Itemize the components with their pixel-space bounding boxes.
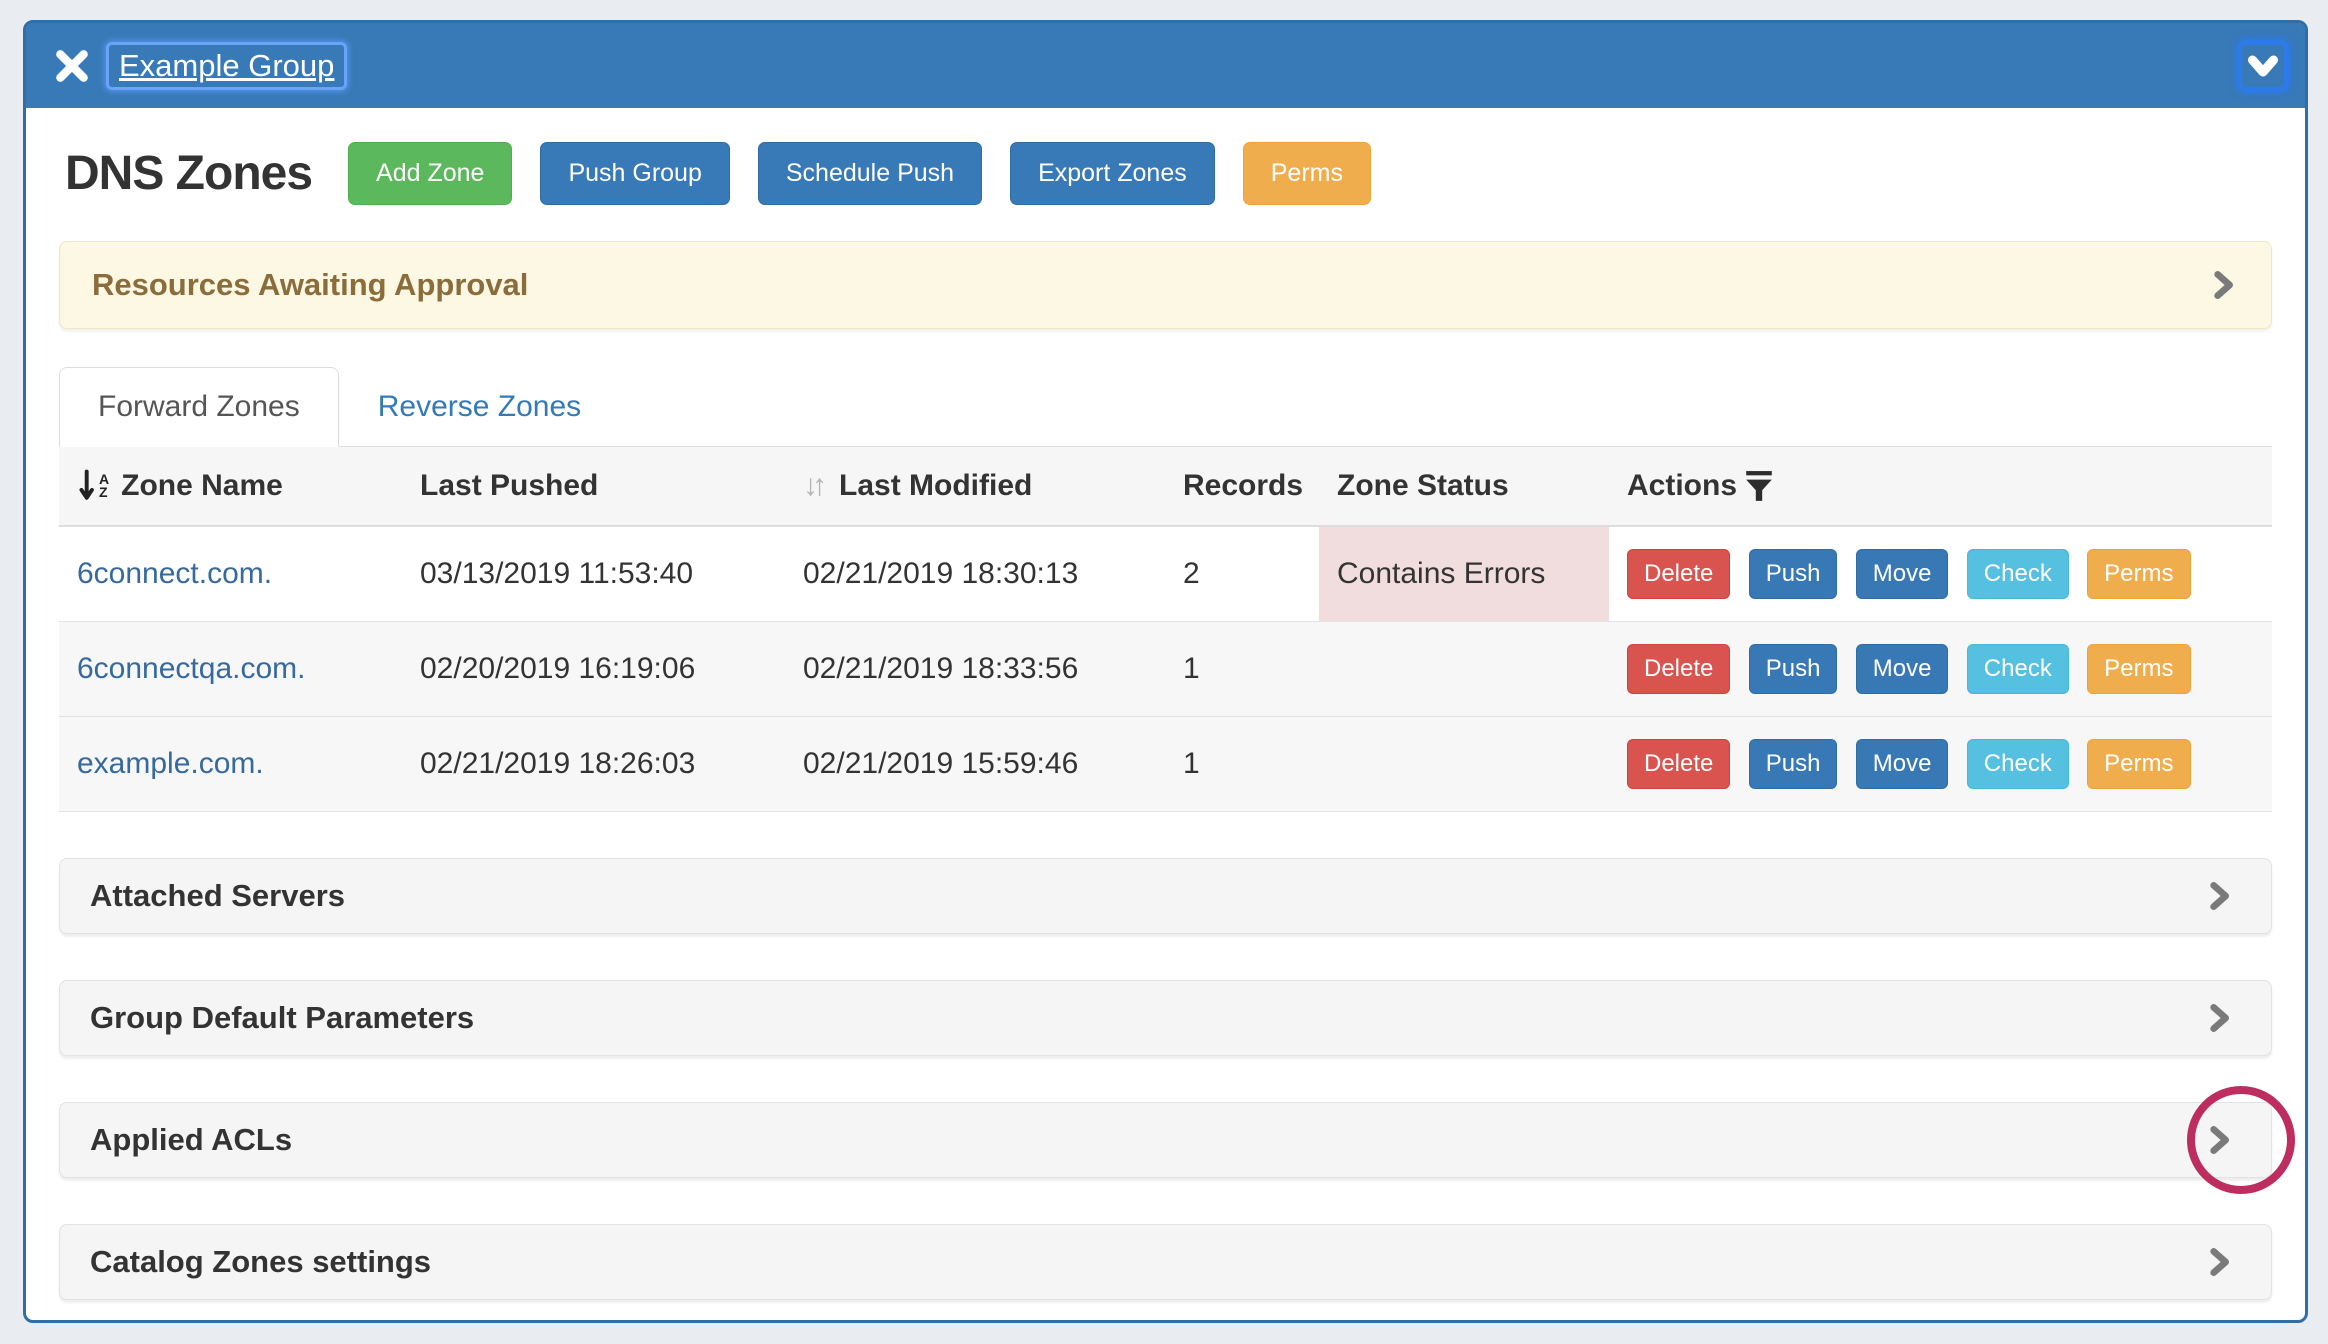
table-row: example.com. 02/21/2019 18:26:03 02/21/2… bbox=[59, 717, 2272, 812]
move-button[interactable]: Move bbox=[1856, 549, 1949, 599]
delete-button[interactable]: Delete bbox=[1627, 739, 1730, 789]
records-cell: 1 bbox=[1165, 717, 1319, 812]
title-row: DNS Zones Add Zone Push Group Schedule P… bbox=[65, 142, 2272, 205]
group-card-header: Example Group bbox=[26, 23, 2305, 108]
col-records[interactable]: Records bbox=[1165, 447, 1319, 526]
chevron-right-icon bbox=[2203, 880, 2235, 912]
actions-cell: Delete Push Move Check Perms bbox=[1609, 526, 2272, 622]
chevron-right-icon bbox=[2203, 1246, 2235, 1278]
chevron-down-icon bbox=[2245, 48, 2281, 84]
last-modified-cell: 02/21/2019 15:59:46 bbox=[785, 717, 1165, 812]
add-zone-button[interactable]: Add Zone bbox=[348, 142, 512, 205]
forward-zones-table: AZ Zone Name Last Pushed ↓↑ Last Modifie… bbox=[59, 447, 2272, 812]
delete-button[interactable]: Delete bbox=[1627, 644, 1730, 694]
catalog-zones-settings-panel[interactable]: Catalog Zones settings bbox=[59, 1224, 2272, 1300]
attached-servers-panel[interactable]: Attached Servers bbox=[59, 858, 2272, 934]
move-button[interactable]: Move bbox=[1856, 644, 1949, 694]
resources-awaiting-approval-label: Resources Awaiting Approval bbox=[92, 267, 528, 303]
zone-link[interactable]: 6connectqa.com. bbox=[77, 652, 305, 685]
applied-acls-panel[interactable]: Applied ACLs bbox=[59, 1102, 2272, 1178]
sort-alpha-icon[interactable]: AZ bbox=[77, 469, 109, 503]
perms-button[interactable]: Perms bbox=[2087, 644, 2190, 694]
zone-link[interactable]: example.com. bbox=[77, 747, 264, 780]
perms-button[interactable]: Perms bbox=[2087, 549, 2190, 599]
push-button[interactable]: Push bbox=[1749, 549, 1838, 599]
check-button[interactable]: Check bbox=[1967, 549, 2069, 599]
group-default-parameters-panel[interactable]: Group Default Parameters bbox=[59, 980, 2272, 1056]
check-button[interactable]: Check bbox=[1967, 644, 2069, 694]
last-pushed-cell: 03/13/2019 11:53:40 bbox=[402, 526, 785, 622]
actions-cell: Delete Push Move Check Perms bbox=[1609, 717, 2272, 812]
check-button[interactable]: Check bbox=[1967, 739, 2069, 789]
col-zone-status[interactable]: Zone Status bbox=[1319, 447, 1609, 526]
table-row: 6connect.com. 03/13/2019 11:53:40 02/21/… bbox=[59, 526, 2272, 622]
perms-button[interactable]: Perms bbox=[2087, 739, 2190, 789]
table-row: 6connectqa.com. 02/20/2019 16:19:06 02/2… bbox=[59, 622, 2272, 717]
collapse-group-button[interactable] bbox=[2237, 40, 2289, 92]
zone-status-cell bbox=[1319, 717, 1609, 812]
push-button[interactable]: Push bbox=[1749, 739, 1838, 789]
table-header-row: AZ Zone Name Last Pushed ↓↑ Last Modifie… bbox=[59, 447, 2272, 526]
tab-reverse-zones[interactable]: Reverse Zones bbox=[339, 367, 620, 447]
chevron-right-icon bbox=[2203, 1124, 2235, 1156]
zone-link[interactable]: 6connect.com. bbox=[77, 557, 272, 590]
push-group-button[interactable]: Push Group bbox=[540, 142, 729, 205]
last-modified-cell: 02/21/2019 18:30:13 bbox=[785, 526, 1165, 622]
chevron-right-icon bbox=[2203, 1002, 2235, 1034]
last-pushed-cell: 02/20/2019 16:19:06 bbox=[402, 622, 785, 717]
zone-tabs: Forward Zones Reverse Zones bbox=[59, 367, 2272, 447]
filter-icon[interactable] bbox=[1745, 470, 1773, 502]
actions-cell: Delete Push Move Check Perms bbox=[1609, 622, 2272, 717]
group-card-body: DNS Zones Add Zone Push Group Schedule P… bbox=[26, 108, 2305, 1300]
close-icon[interactable] bbox=[52, 46, 92, 86]
col-last-modified[interactable]: ↓↑ Last Modified bbox=[785, 447, 1165, 526]
last-pushed-cell: 02/21/2019 18:26:03 bbox=[402, 717, 785, 812]
resources-awaiting-approval-panel[interactable]: Resources Awaiting Approval bbox=[59, 241, 2272, 329]
page-title: DNS Zones bbox=[65, 146, 312, 201]
last-modified-cell: 02/21/2019 18:33:56 bbox=[785, 622, 1165, 717]
push-button[interactable]: Push bbox=[1749, 644, 1838, 694]
group-title-link[interactable]: Example Group bbox=[106, 42, 347, 90]
zone-status-cell: Contains Errors bbox=[1319, 526, 1609, 622]
export-zones-button[interactable]: Export Zones bbox=[1010, 142, 1215, 205]
delete-button[interactable]: Delete bbox=[1627, 549, 1730, 599]
perms-button[interactable]: Perms bbox=[1243, 142, 1371, 205]
zone-status-cell bbox=[1319, 622, 1609, 717]
sort-updown-icon[interactable]: ↓↑ bbox=[803, 469, 821, 503]
records-cell: 2 bbox=[1165, 526, 1319, 622]
schedule-push-button[interactable]: Schedule Push bbox=[758, 142, 982, 205]
col-actions[interactable]: Actions bbox=[1609, 447, 2272, 526]
move-button[interactable]: Move bbox=[1856, 739, 1949, 789]
chevron-right-icon bbox=[2207, 269, 2239, 301]
tab-forward-zones[interactable]: Forward Zones bbox=[59, 367, 339, 447]
group-card: Example Group DNS Zones Add Zone Push Gr… bbox=[23, 20, 2308, 1323]
col-zone-name[interactable]: AZ Zone Name bbox=[59, 447, 402, 526]
col-last-pushed[interactable]: Last Pushed bbox=[402, 447, 785, 526]
records-cell: 1 bbox=[1165, 622, 1319, 717]
